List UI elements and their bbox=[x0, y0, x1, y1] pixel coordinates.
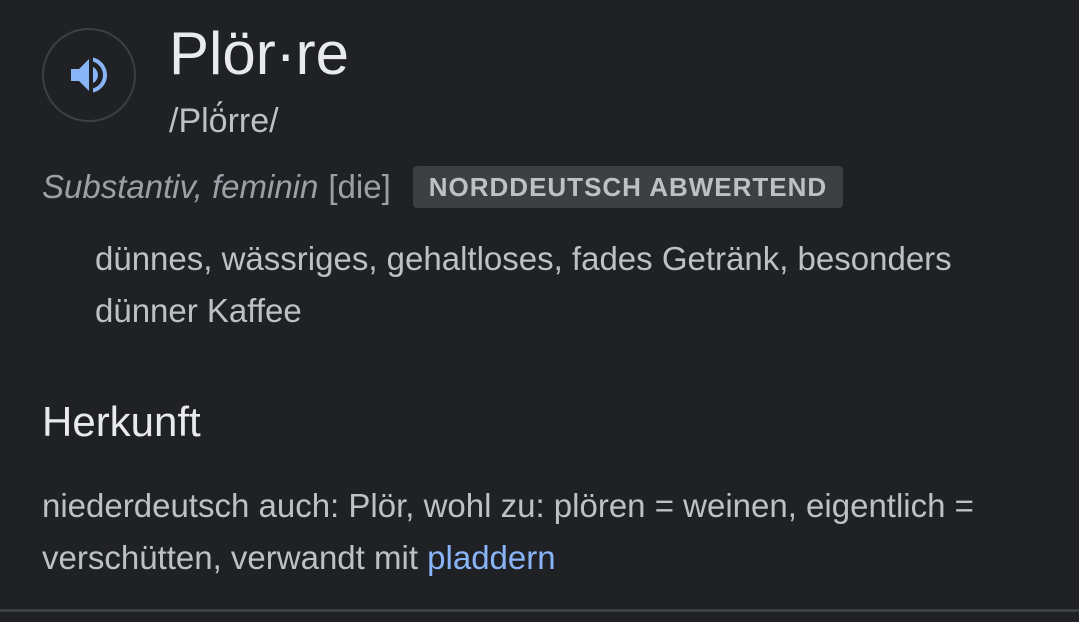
divider bbox=[0, 609, 1079, 612]
speaker-icon bbox=[65, 51, 113, 99]
pladdern-link[interactable]: pladdern bbox=[427, 539, 555, 576]
part-of-speech: Substantiv, feminin bbox=[42, 168, 319, 205]
gender-article: [die] bbox=[328, 168, 391, 205]
play-pronunciation-button[interactable] bbox=[42, 28, 136, 122]
herkunft-text: niederdeutsch auch: Plör, wohl zu: plöre… bbox=[42, 480, 1052, 584]
grammar-row: Substantiv, feminin [die] NORDDEUTSCH AB… bbox=[42, 162, 844, 212]
phonetic-transcription: /Plö́rre/ bbox=[169, 102, 279, 140]
headword: Plör·re bbox=[169, 20, 350, 87]
definition-text: dünnes, wässriges, gehaltloses, fades Ge… bbox=[95, 240, 952, 329]
dictionary-card: Plör·re /Plö́rre/ Substantiv, feminin [d… bbox=[0, 0, 1079, 622]
usage-label-badge: NORDDEUTSCH ABWERTEND bbox=[412, 166, 844, 208]
herkunft-heading: Herkunft bbox=[42, 398, 201, 445]
